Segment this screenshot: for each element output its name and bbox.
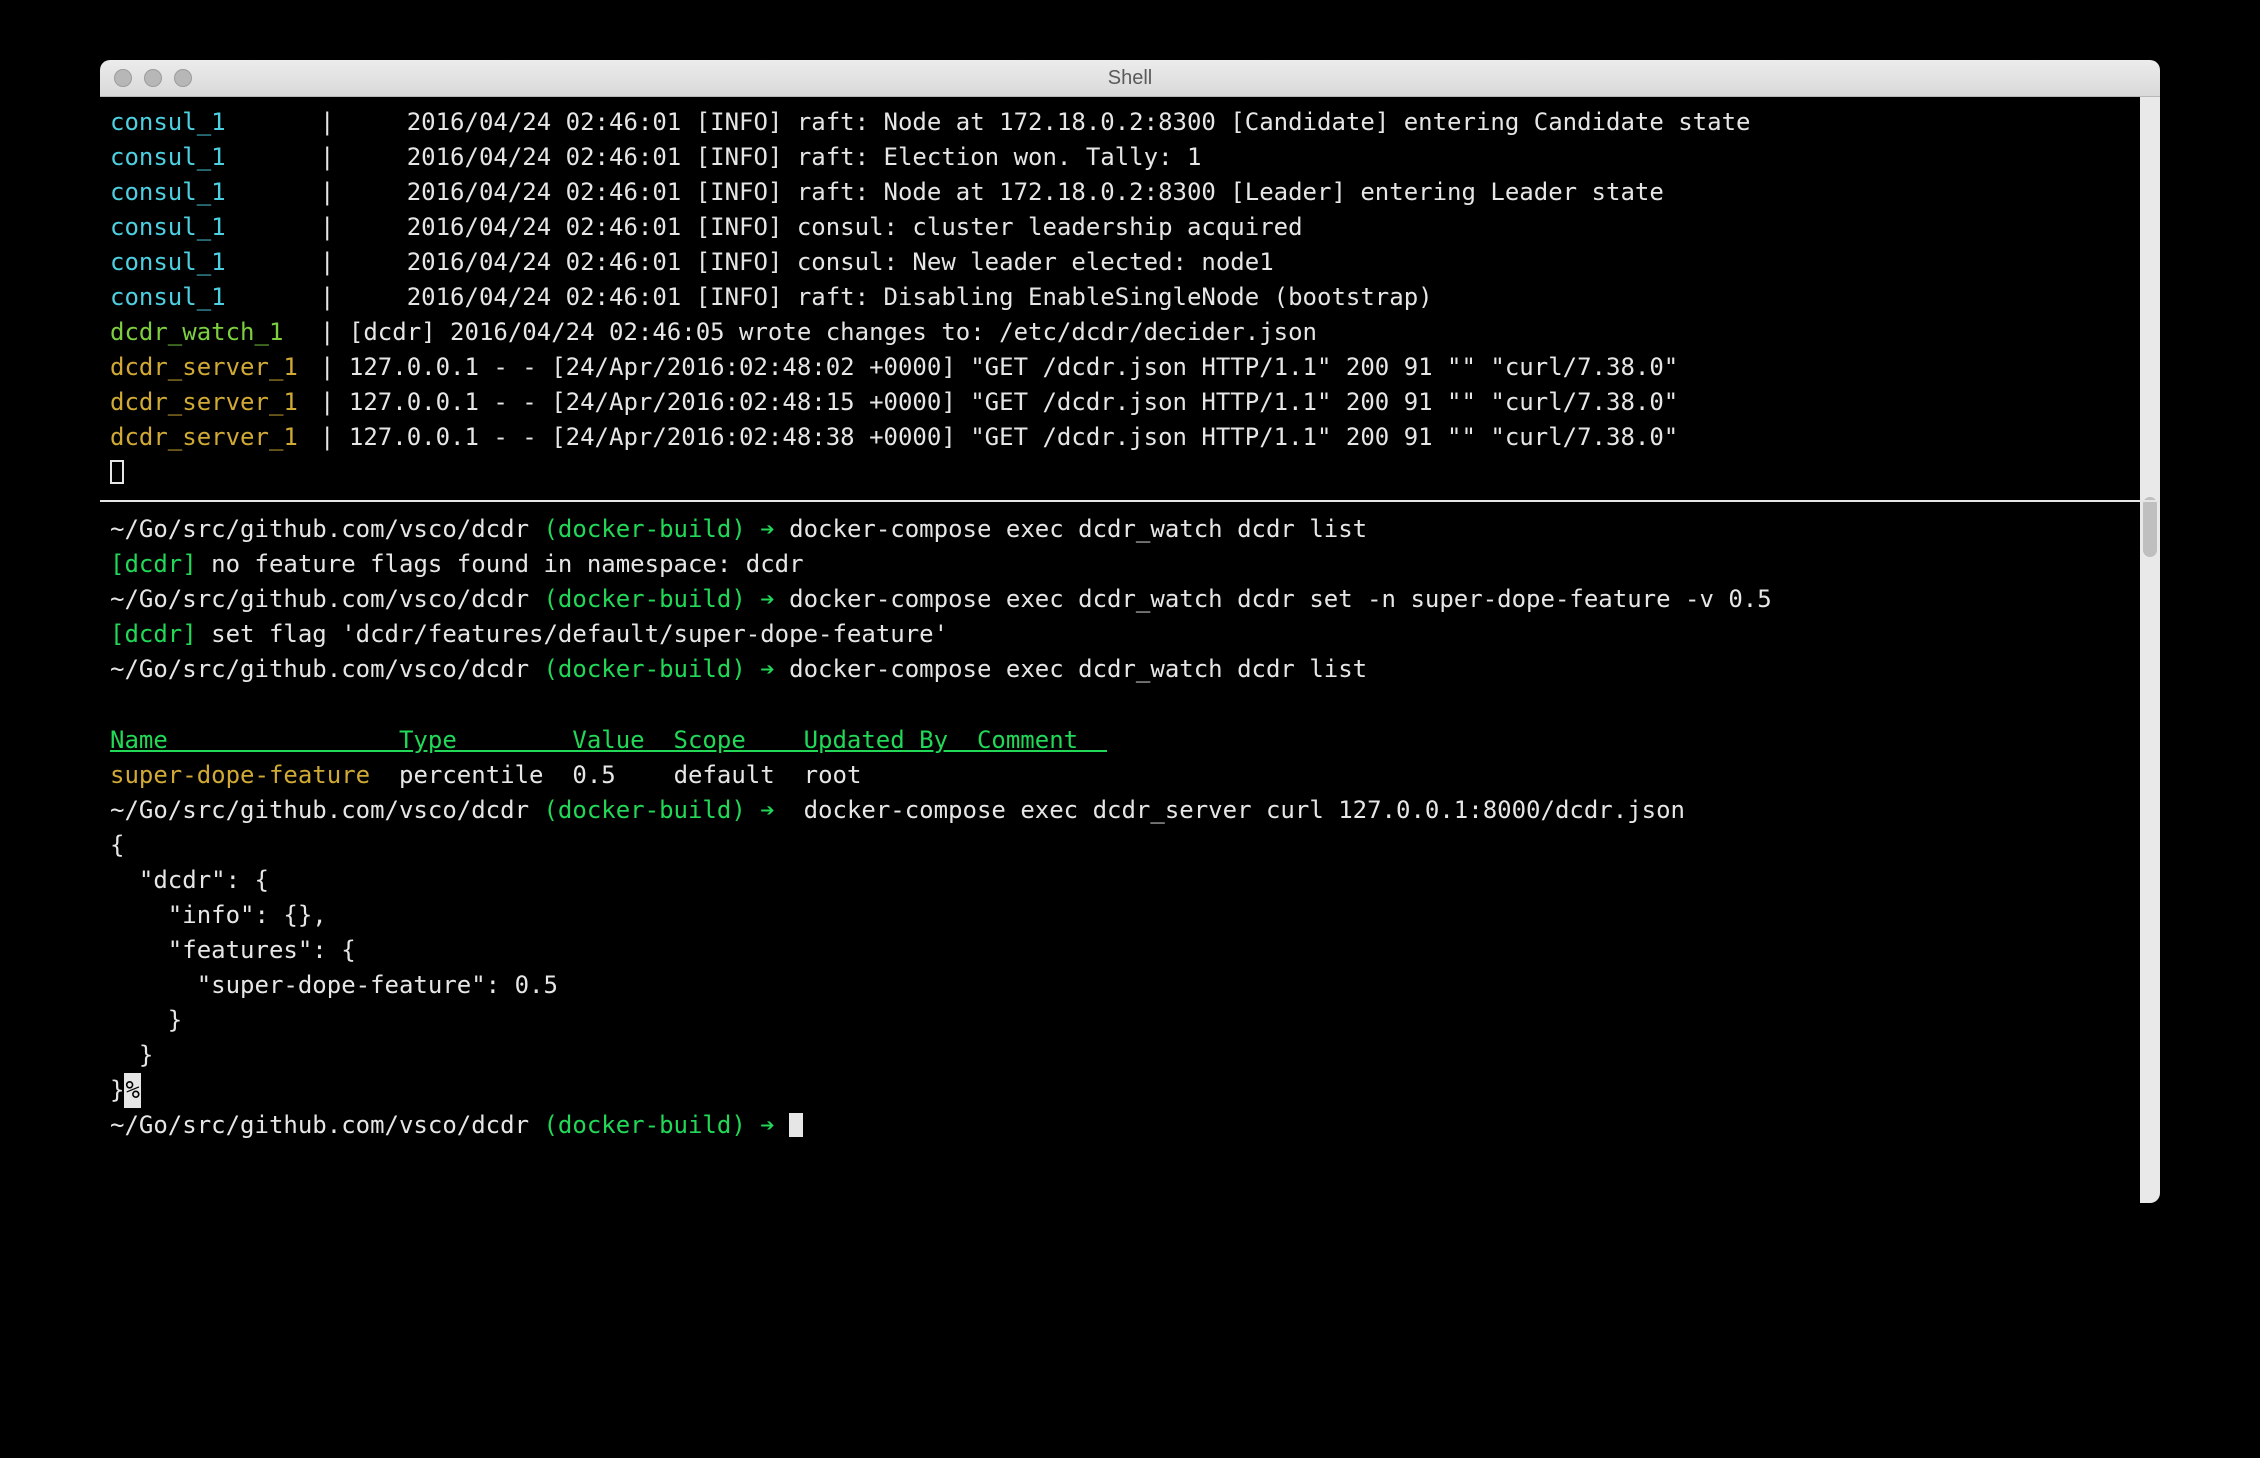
titlebar[interactable]: Shell [100, 60, 2160, 97]
cursor-icon [110, 460, 124, 484]
json-line: }% [110, 1073, 2136, 1108]
traffic-lights [100, 69, 192, 87]
log-line: dcdr_watch_1| [dcdr] 2016/04/24 02:46:05… [110, 315, 2136, 350]
output-line: [dcdr] no feature flags found in namespa… [110, 547, 2136, 582]
prompt-line: ~/Go/src/github.com/vsco/dcdr (docker-bu… [110, 582, 2136, 617]
json-line: } [110, 1038, 2136, 1073]
log-line: dcdr_server_1| 127.0.0.1 - - [24/Apr/201… [110, 350, 2136, 385]
prompt-line[interactable]: ~/Go/src/github.com/vsco/dcdr (docker-bu… [110, 1108, 2136, 1143]
terminal-body[interactable]: consul_1| 2016/04/24 02:46:01 [INFO] raf… [100, 97, 2160, 1203]
prompt-line: ~/Go/src/github.com/vsco/dcdr (docker-bu… [110, 512, 2136, 547]
table-row: super-dope-feature percentile 0.5 defaul… [110, 758, 2136, 793]
cursor-line [110, 455, 2136, 490]
zoom-icon[interactable] [174, 69, 192, 87]
json-line: "dcdr": { [110, 863, 2136, 898]
log-line: consul_1| 2016/04/24 02:46:01 [INFO] raf… [110, 105, 2136, 140]
blank-line [110, 688, 2136, 723]
cursor-icon [789, 1113, 803, 1137]
terminal-content: consul_1| 2016/04/24 02:46:01 [INFO] raf… [100, 97, 2160, 1203]
json-line: "info": {}, [110, 898, 2136, 933]
log-line: dcdr_server_1| 127.0.0.1 - - [24/Apr/201… [110, 385, 2136, 420]
log-line: consul_1| 2016/04/24 02:46:01 [INFO] raf… [110, 280, 2136, 315]
json-line: "features": { [110, 933, 2136, 968]
log-line: consul_1| 2016/04/24 02:46:01 [INFO] raf… [110, 175, 2136, 210]
log-line: dcdr_server_1| 127.0.0.1 - - [24/Apr/201… [110, 420, 2136, 455]
terminal-window: Shell consul_1| 2016/04/24 02:46:01 [INF… [100, 60, 2160, 1203]
prompt-line: ~/Go/src/github.com/vsco/dcdr (docker-bu… [110, 793, 2136, 828]
minimize-icon[interactable] [144, 69, 162, 87]
json-line: { [110, 828, 2136, 863]
pane-divider[interactable] [100, 500, 2160, 502]
prompt-line: ~/Go/src/github.com/vsco/dcdr (docker-bu… [110, 652, 2136, 687]
log-line: consul_1| 2016/04/24 02:46:01 [INFO] raf… [110, 140, 2136, 175]
close-icon[interactable] [114, 69, 132, 87]
json-line: } [110, 1003, 2136, 1038]
percent-eol-icon: % [124, 1073, 140, 1108]
table-header: Name Type Value Scope Updated By Comment [110, 723, 2136, 758]
window-title: Shell [100, 67, 2160, 90]
log-line: consul_1| 2016/04/24 02:46:01 [INFO] con… [110, 210, 2136, 245]
json-line: "super-dope-feature": 0.5 [110, 968, 2136, 1003]
output-line: [dcdr] set flag 'dcdr/features/default/s… [110, 617, 2136, 652]
log-line: consul_1| 2016/04/24 02:46:01 [INFO] con… [110, 245, 2136, 280]
